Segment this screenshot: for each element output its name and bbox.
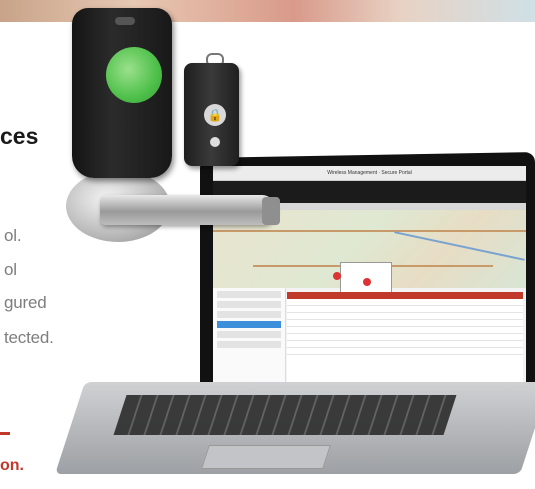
table-row[interactable] [287,334,523,341]
lock-logo [115,17,135,25]
map-road [213,230,526,232]
sidebar-item[interactable] [217,291,281,298]
map-pin-icon[interactable] [363,278,371,286]
lock-icon: 🔒 [204,104,226,126]
sidebar-item[interactable] [217,331,281,338]
door-handle-end [262,197,280,225]
table-row[interactable] [287,320,523,327]
table-row[interactable] [287,341,523,348]
heading-fragment: ces [0,123,39,149]
laptop-keyboard [113,395,457,435]
sidebar-item[interactable] [217,311,281,318]
records-table [287,292,523,384]
table-row[interactable] [287,313,523,320]
app-sidebar [213,288,286,384]
fob-indicator-dot [210,137,220,147]
red-text-fragment: on. [0,457,24,474]
door-handle [100,195,276,225]
laptop-touchpad [201,445,331,469]
sidebar-item[interactable] [217,301,281,308]
table-row[interactable] [287,306,523,313]
table-row[interactable] [287,348,523,355]
table-header [287,292,523,299]
map-pin-icon[interactable] [333,272,341,280]
sidebar-item-selected[interactable] [217,321,281,328]
sidebar-item[interactable] [217,341,281,348]
lock-status-light [106,47,162,103]
body-text-line-2: ol [4,260,17,279]
accent-mark [0,432,10,435]
body-text-line-3: gured [4,293,47,312]
body-text-line-4: tected. [4,328,54,347]
body-text-line-1: ol. [4,226,22,245]
map-river [394,231,525,261]
app-title-bar: Wireless Management · Secure Portal [213,166,526,181]
table-row[interactable] [287,327,523,334]
table-row[interactable] [287,299,523,306]
